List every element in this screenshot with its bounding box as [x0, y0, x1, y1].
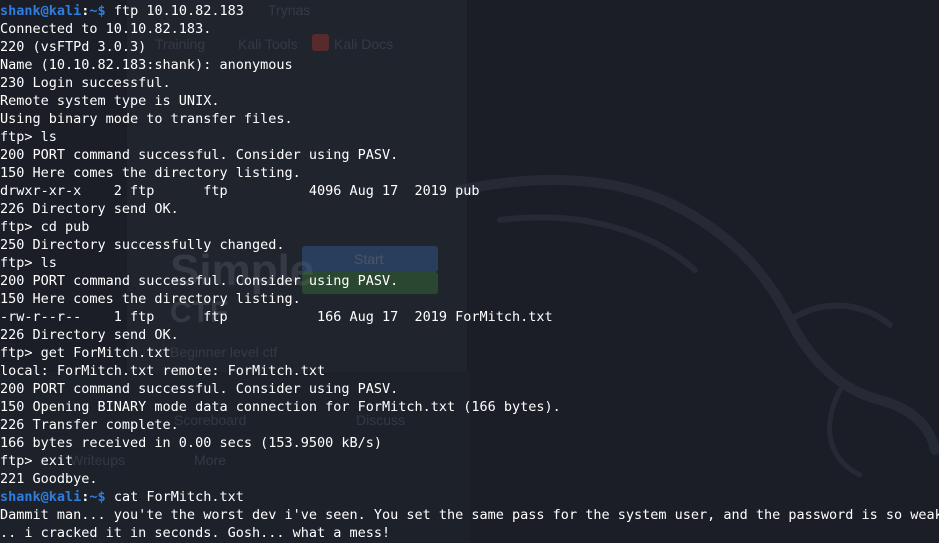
terminal-output-line: local: ForMitch.txt remote: ForMitch.txt — [0, 363, 326, 379]
terminal-output-line: 200 PORT command successful. Consider us… — [0, 147, 399, 163]
terminal-output-line: 200 PORT command successful. Consider us… — [0, 273, 399, 289]
terminal-output-line: 220 (vsFTPd 3.0.3) — [0, 39, 147, 55]
prompt-user-host: shank@kali — [0, 3, 82, 19]
terminal-output-line: ftp> get ForMitch.txt — [0, 345, 171, 361]
prompt-command: ftp 10.10.82.183 — [105, 3, 244, 19]
terminal-output-line: 150 Here comes the directory listing. — [0, 165, 301, 181]
terminal-output-line: Remote system type is UNIX. — [0, 93, 220, 109]
terminal-prompt-line: shank@kali:~$ ftp 10.10.82.183 — [0, 2, 939, 20]
terminal-output-line: 226 Transfer complete. — [0, 417, 179, 433]
terminal-output-line: Name (10.10.82.183:shank): anonymous — [0, 57, 293, 73]
prompt-path: ~$ — [89, 489, 106, 505]
terminal-output-line: 230 Login successful. — [0, 75, 171, 91]
terminal-output-line: Using binary mode to transfer files. — [0, 111, 293, 127]
prompt-command: cat ForMitch.txt — [105, 489, 244, 505]
terminal-output-line: 221 Goodbye. — [0, 471, 98, 487]
terminal-output-line: ftp> ls — [0, 255, 57, 271]
terminal-output-line: ftp> ls — [0, 129, 57, 145]
terminal-output[interactable]: shank@kali:~$ ftp 10.10.82.183 Connected … — [0, 0, 939, 543]
terminal-output-line: 150 Opening BINARY mode data connection … — [0, 399, 561, 415]
terminal-output-line: drwxr-xr-x 2 ftp ftp 4096 Aug 17 2019 pu… — [0, 183, 480, 199]
terminal-output-line: .. i cracked it in seconds. Gosh... what… — [0, 525, 391, 541]
prompt-user-host: shank@kali — [0, 489, 82, 505]
terminal-output-line: 150 Here comes the directory listing. — [0, 291, 301, 307]
prompt-path: ~$ — [89, 3, 106, 19]
terminal-output-line: 226 Directory send OK. — [0, 327, 179, 343]
terminal-output-line: 200 PORT command successful. Consider us… — [0, 381, 399, 397]
terminal-output-line: Connected to 10.10.82.183. — [0, 21, 212, 37]
terminal-prompt-line: shank@kali:~$ cat ForMitch.txt — [0, 488, 939, 506]
terminal-output-line: Dammit man... you'te the worst dev i've … — [0, 507, 939, 523]
terminal-output-line: 250 Directory successfully changed. — [0, 237, 285, 253]
terminal-output-line: 226 Directory send OK. — [0, 201, 179, 217]
terminal-output-line: ftp> exit — [0, 453, 74, 469]
terminal-output-line: -rw-r--r-- 1 ftp ftp 166 Aug 17 2019 For… — [0, 309, 553, 325]
terminal-output-line: ftp> cd pub — [0, 219, 90, 235]
terminal-output-line: 166 bytes received in 0.00 secs (153.950… — [0, 435, 383, 451]
